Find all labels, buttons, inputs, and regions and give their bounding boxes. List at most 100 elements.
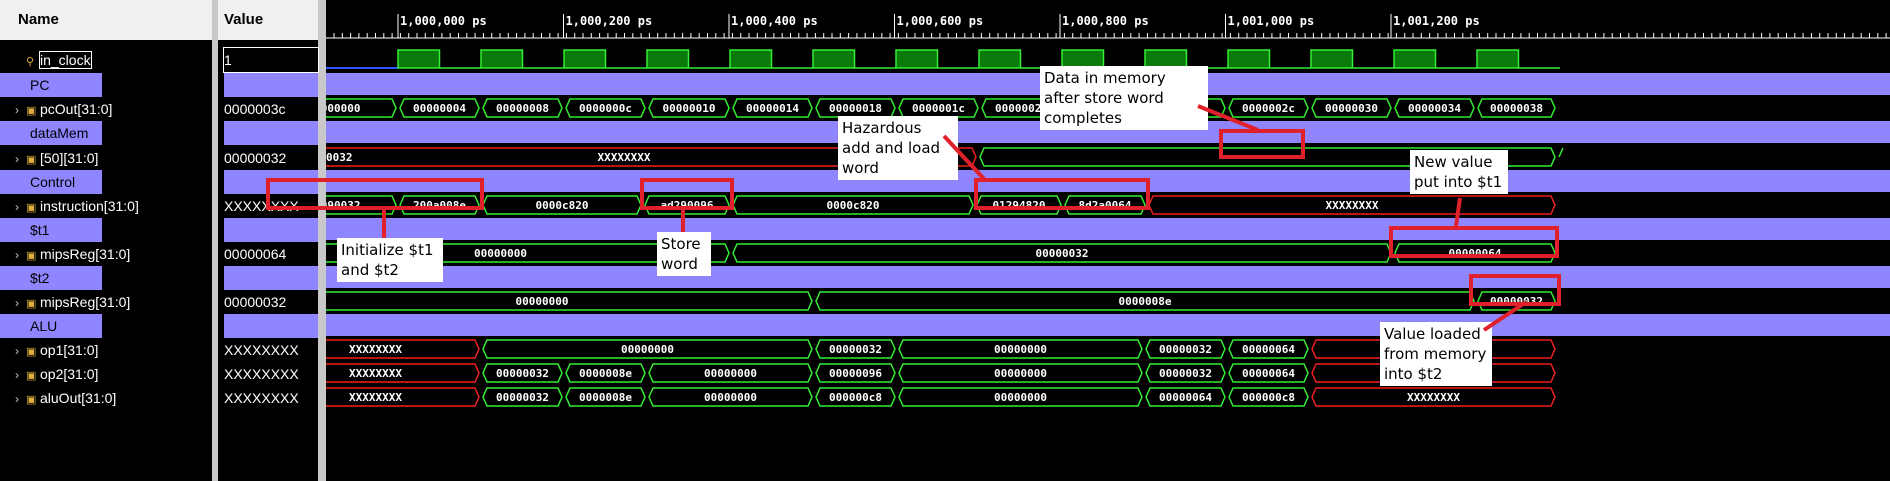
signal-label: mipsReg[31:0] — [40, 246, 131, 262]
clock-high-pulse — [1393, 49, 1437, 69]
divider-band — [326, 314, 1890, 336]
highlight-box — [974, 178, 1150, 210]
divider-band — [326, 266, 1890, 288]
divider-row[interactable]: dataMem — [0, 121, 102, 145]
signal-name-row[interactable]: › ▣ op2[31:0] — [0, 362, 98, 386]
bus-segment-value: 000000c8 — [829, 391, 882, 404]
signal-name-row[interactable]: › ▣ aluOut[31:0] — [0, 386, 116, 410]
expand-chevron-icon[interactable]: › — [8, 291, 26, 315]
bus-segment-value: 00000064 — [1242, 343, 1295, 356]
bus-segment — [1558, 147, 1564, 158]
signal-label: mipsReg[31:0] — [40, 294, 131, 310]
divider-row[interactable]: $t1 — [0, 218, 102, 242]
signal-name-row[interactable]: ⚲ in_clock — [0, 48, 92, 72]
ruler-tick-label: 1,000,400 ps — [731, 14, 818, 28]
bus-segment-value: 00000000 — [704, 367, 757, 380]
signal-value: XXXXXXXX — [224, 390, 299, 406]
bus-segment-value: 00000008 — [496, 102, 549, 115]
bus-segment-value: 00000000 — [621, 343, 674, 356]
signal-value: 0000003c — [224, 101, 286, 117]
signal-name-row[interactable]: › ▣ pcOut[31:0] — [0, 97, 112, 121]
signal-name-row[interactable]: › ▣ [50][31:0] — [0, 146, 98, 170]
signal-label: dataMem — [30, 125, 89, 141]
bus-segment-value: 0000c820 — [827, 199, 880, 212]
expand-chevron-icon[interactable]: › — [8, 387, 26, 411]
ruler-tick-label: 1,000,000 ps — [400, 14, 487, 28]
bus-icon: ▣ — [26, 105, 37, 117]
bus-segment-value: XXXXXXXX — [349, 367, 402, 380]
divider-row[interactable]: Control — [0, 170, 102, 194]
bus-segment-value: XXXXXXXX — [598, 151, 651, 164]
divider-band — [326, 218, 1890, 240]
clock-high-pulse — [729, 49, 773, 69]
divider-row[interactable]: $t2 — [0, 266, 102, 290]
signal-name-row[interactable]: › ▣ op1[31:0] — [0, 338, 98, 362]
signal-label: pcOut[31:0] — [40, 101, 113, 117]
expand-chevron-icon[interactable]: › — [8, 147, 26, 171]
divider-row[interactable]: PC — [0, 73, 102, 97]
bus-segment-value: 00000064 — [1242, 367, 1295, 380]
highlight-box — [640, 178, 734, 210]
clock-high-pulse — [646, 49, 690, 69]
bus-segment-value: 00000014 — [746, 102, 799, 115]
ruler-tick-label: 1,000,600 ps — [897, 14, 984, 28]
clock-high-pulse — [1476, 49, 1520, 69]
bus-segment-value: 00000030 — [1325, 102, 1378, 115]
column-splitter[interactable] — [318, 0, 326, 481]
clock-high-pulse — [1310, 49, 1354, 69]
bus-segment-value: 00000032 — [496, 367, 549, 380]
clock-signal-icon: ⚲ — [26, 56, 35, 68]
signal-value: XXXXXXXX — [224, 366, 299, 382]
expand-chevron-icon[interactable]: › — [8, 363, 26, 387]
bus-segment-value: 00000000 — [516, 295, 569, 308]
signal-name-row[interactable]: › ▣ mipsReg[31:0] — [0, 290, 130, 314]
bus-segment — [326, 291, 813, 311]
bus-segment-value: 00000004 — [413, 102, 466, 115]
signal-name-list: ⚲ in_clock PC › ▣ pcOut[31:0] dataMem › ▣ [50][31… — [0, 40, 212, 481]
bus-segment-value: 0000008e — [1119, 295, 1172, 308]
signal-value-list: 1 0000003c 00000032 XXXXXXXX 00000064 0000003… — [218, 40, 319, 481]
bus-segment-value: XXXXXXXX — [349, 391, 402, 404]
highlight-box — [1389, 226, 1559, 258]
bus-segment-value: 0000008e — [579, 391, 632, 404]
clock-high-pulse — [563, 49, 607, 69]
expand-chevron-icon[interactable]: › — [8, 195, 26, 219]
bus-icon: ▣ — [26, 370, 37, 382]
divider-row[interactable]: ALU — [0, 314, 102, 338]
ruler-tick-label: 1,001,000 ps — [1228, 14, 1315, 28]
bus-segment-value: 0000001c — [912, 102, 965, 115]
bus-segment-value: 0000002c — [1242, 102, 1295, 115]
signal-name-row[interactable]: › ▣ instruction[31:0] — [0, 194, 139, 218]
signal-value: 00000032 — [224, 150, 287, 166]
bus-segment-value: 00000038 — [1490, 102, 1543, 115]
expand-chevron-icon[interactable]: › — [8, 98, 26, 122]
bus-segment-value: 00000032 — [1159, 343, 1212, 356]
bus-segment-value: 00000000 — [474, 247, 527, 260]
annotation-callout: Initialize $t1 and $t2 — [337, 238, 443, 282]
clock-high-pulse — [480, 49, 524, 69]
bus-segment-value: 00000000 — [994, 391, 1047, 404]
signal-label: $t2 — [30, 270, 50, 286]
bus-icon: ▣ — [26, 346, 37, 358]
clock-high-pulse — [812, 49, 856, 69]
expand-chevron-icon[interactable]: › — [8, 243, 26, 267]
bus-segment-value: 00000000 — [994, 367, 1047, 380]
name-column-header[interactable]: Name — [0, 0, 212, 40]
bus-segment-value: 0000c820 — [536, 199, 589, 212]
bus-segment-value: 00000032 — [1159, 367, 1212, 380]
signal-label: aluOut[31:0] — [40, 390, 117, 406]
signal-label: in_clock — [39, 51, 92, 69]
expand-chevron-icon[interactable]: › — [8, 339, 26, 363]
value-column-header[interactable]: Value — [218, 0, 318, 40]
clock-high-pulse — [895, 49, 939, 69]
highlight-box — [1219, 129, 1305, 159]
divider-value-cell — [224, 266, 318, 290]
signal-name-row[interactable]: › ▣ mipsReg[31:0] — [0, 242, 130, 266]
bus-segment-value: 00000000 — [994, 343, 1047, 356]
signal-label: Control — [30, 174, 76, 190]
ruler-tick-label: 1,000,800 ps — [1062, 14, 1149, 28]
signal-value: 00000032 — [224, 294, 287, 310]
signal-label: [50][31:0] — [40, 150, 99, 166]
waveform-viewer: Name Value ⚲ in_clock PC › ▣ pcOut[31:0] dataM… — [0, 0, 1890, 481]
bus-icon: ▣ — [26, 250, 37, 262]
